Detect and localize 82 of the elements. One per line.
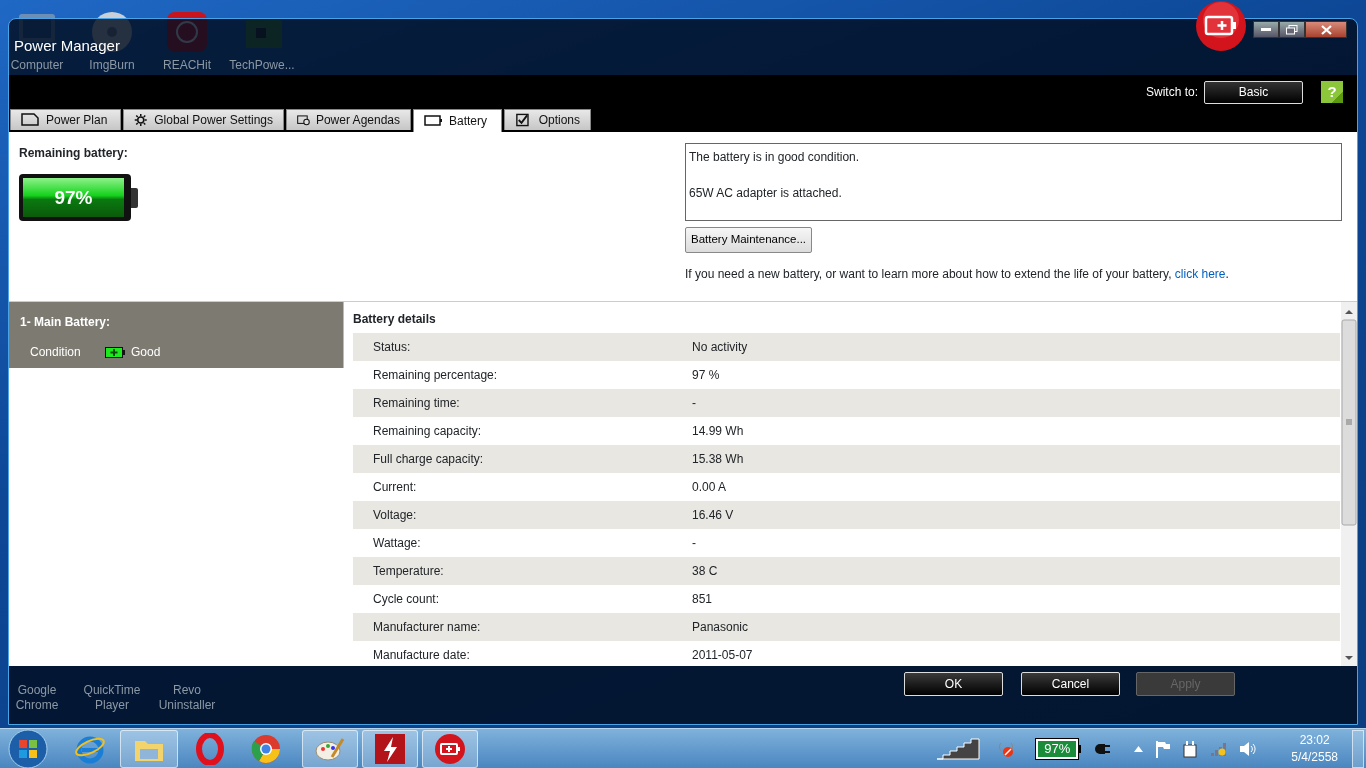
desktop-icon-label[interactable]: ImgBurn xyxy=(76,58,148,73)
lightning-icon xyxy=(374,732,406,765)
tab[interactable]: Options xyxy=(504,109,591,131)
condition-value: Good xyxy=(131,344,161,362)
battery-logo-icon xyxy=(1195,0,1247,52)
detail-label: Current: xyxy=(372,479,418,497)
battery-title: 1- Main Battery: xyxy=(19,314,112,332)
restore-button[interactable] xyxy=(1279,21,1305,38)
detail-value: - xyxy=(692,395,696,413)
restore-icon xyxy=(1286,24,1298,35)
details-title: Battery details xyxy=(353,311,437,329)
close-icon xyxy=(1320,24,1332,35)
detail-value: 851 xyxy=(692,591,713,609)
status-message: The battery is in good condition. xyxy=(689,149,861,167)
detail-label: Remaining capacity: xyxy=(372,423,483,441)
desktop-icon-label[interactable]: Computer xyxy=(1,58,73,73)
network-icon[interactable] xyxy=(1209,740,1228,757)
detail-value: 2011-05-07 xyxy=(692,647,753,665)
detail-label: Manufacture date: xyxy=(372,647,471,665)
power-plug-icon[interactable] xyxy=(1183,739,1198,758)
close-button[interactable] xyxy=(1305,21,1347,38)
detail-value: 14.99 Wh xyxy=(692,423,744,441)
detail-label: Temperature: xyxy=(372,563,445,581)
taskbar-button[interactable] xyxy=(422,729,478,768)
show-desktop-button[interactable] xyxy=(1352,729,1364,768)
condition-label: Condition xyxy=(30,344,82,362)
detail-label: Remaining time: xyxy=(372,395,461,413)
minimize-icon xyxy=(1261,27,1271,32)
flag-icon[interactable] xyxy=(1155,739,1172,758)
ring-icon[interactable] xyxy=(194,732,226,765)
footer-button[interactable]: Cancel xyxy=(1021,672,1120,697)
battery-maintenance-button[interactable]: Battery Maintenance... xyxy=(685,227,813,253)
desktop-icon-label[interactable]: Revo Uninstaller xyxy=(152,683,222,713)
detail-value: Panasonic xyxy=(692,619,749,637)
plug-icon[interactable] xyxy=(1093,741,1112,756)
tab[interactable]: Global Power Settings xyxy=(123,109,284,131)
footer-button[interactable]: OK xyxy=(904,672,1003,697)
detail-value: 15.38 Wh xyxy=(692,451,744,469)
detail-value: 97 % xyxy=(692,367,720,385)
tab[interactable]: Power Plan xyxy=(10,109,121,131)
battery-icon xyxy=(105,346,125,358)
scrollbar[interactable] xyxy=(1341,302,1357,667)
speaker-icon[interactable] xyxy=(1239,740,1258,757)
battery-logo-icon xyxy=(434,732,466,765)
detail-value: 16.46 V xyxy=(692,507,734,525)
detail-value: 0.00 A xyxy=(692,479,727,497)
detail-label: Cycle count: xyxy=(372,591,441,609)
detail-value: No activity xyxy=(692,339,748,357)
clock[interactable]: 23:02 5/4/2558 xyxy=(1291,731,1338,766)
signal-bars-icon[interactable] xyxy=(936,737,981,760)
detail-value: - xyxy=(692,535,696,553)
battery-percentage: 97% xyxy=(54,185,93,210)
switch-label: Switch to: xyxy=(1145,84,1198,102)
desktop-icon-label[interactable]: TechPowe... xyxy=(226,58,298,73)
detail-label: Remaining percentage: xyxy=(372,367,499,385)
help-text: If you need a new battery, or want to learn more about how to extend the life of your battery, click here. xyxy=(685,265,1230,283)
desktop-icon-label[interactable]: Google Chrome xyxy=(2,683,72,713)
tab[interactable]: Power Agendas xyxy=(286,109,411,131)
window-title: Power Manager xyxy=(14,36,120,56)
detail-value: 38 C xyxy=(692,563,718,581)
detail-label: Manufacturer name: xyxy=(372,619,482,637)
gear-icon xyxy=(134,112,149,129)
detail-label: Status: xyxy=(372,339,412,357)
click-here-link[interactable]: click here xyxy=(1174,266,1226,281)
status-message: 65W AC adapter is attached. xyxy=(689,185,843,203)
battery-terminal xyxy=(131,187,138,208)
round-logo-icon[interactable] xyxy=(250,732,282,765)
taskbar-button[interactable] xyxy=(362,729,418,768)
battery-list-item[interactable]: 1- Main Battery: Condition Good xyxy=(9,302,344,369)
start-button[interactable] xyxy=(8,728,48,768)
page-icon xyxy=(21,112,40,129)
desktop-icon-label[interactable]: REACHit xyxy=(151,58,223,73)
remaining-label: Remaining battery: xyxy=(19,145,129,163)
detail-label: Wattage: xyxy=(372,535,422,553)
battery-indicator[interactable]: 97% xyxy=(1036,738,1082,759)
switch-button[interactable]: Basic xyxy=(1204,80,1303,104)
up-arrow-icon[interactable] xyxy=(1134,745,1144,752)
desktop-icon-label[interactable]: QuickTime Player xyxy=(77,683,147,713)
detail-label: Full charge capacity: xyxy=(372,451,485,469)
minimize-button[interactable] xyxy=(1253,21,1279,38)
detail-label: Voltage: xyxy=(372,507,418,525)
tab[interactable]: Battery xyxy=(413,109,502,133)
